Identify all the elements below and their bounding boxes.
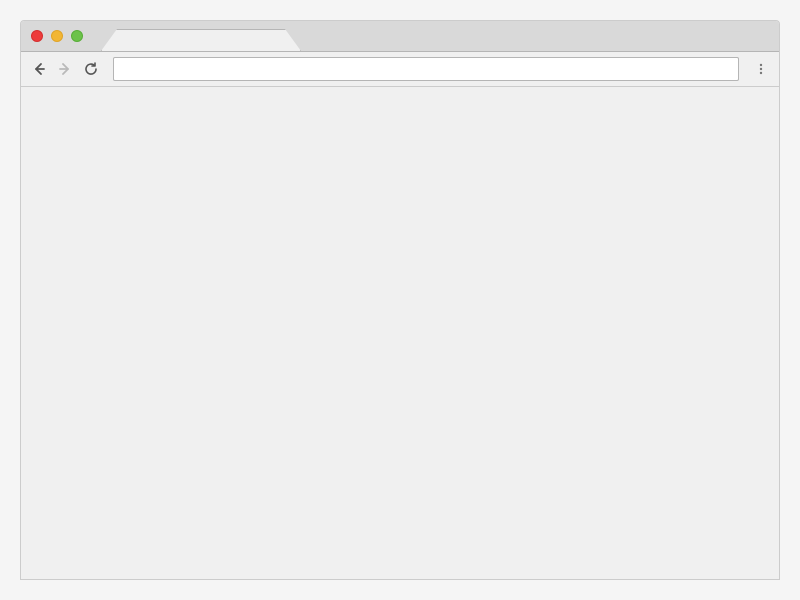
- browser-window: [20, 20, 780, 580]
- content-area: [21, 87, 779, 579]
- window-minimize-button[interactable]: [51, 30, 63, 42]
- window-close-button[interactable]: [31, 30, 43, 42]
- arrow-left-icon: [31, 61, 47, 77]
- address-bar[interactable]: [113, 57, 739, 81]
- browser-tab[interactable]: [101, 29, 301, 51]
- forward-button[interactable]: [55, 59, 75, 79]
- more-vertical-icon: [754, 62, 768, 76]
- arrow-right-icon: [57, 61, 73, 77]
- menu-button[interactable]: [751, 59, 771, 79]
- reload-button[interactable]: [81, 59, 101, 79]
- window-controls: [21, 30, 83, 42]
- reload-icon: [83, 61, 99, 77]
- back-button[interactable]: [29, 59, 49, 79]
- toolbar: [21, 51, 779, 87]
- window-maximize-button[interactable]: [71, 30, 83, 42]
- tab-bar: [21, 21, 779, 51]
